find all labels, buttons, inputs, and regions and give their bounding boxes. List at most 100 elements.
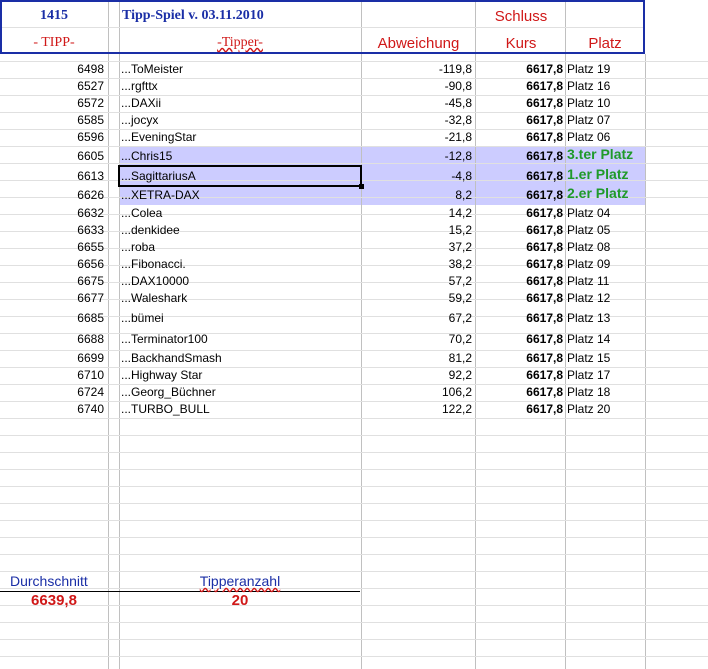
tipp-value[interactable]: 6632 xyxy=(0,205,104,222)
kurs-value[interactable]: 6617,8 xyxy=(476,256,563,273)
tipper-name[interactable]: ...DAX10000 xyxy=(121,273,189,290)
platz-value[interactable]: Platz 09 xyxy=(567,256,610,273)
cell-b2-tipper-header[interactable]: -Tipper- xyxy=(120,35,360,51)
platz-value[interactable]: 1.er Platz xyxy=(567,166,628,183)
platz-value[interactable]: Platz 18 xyxy=(567,384,610,401)
tipp-value[interactable]: 6655 xyxy=(0,239,104,256)
tipp-value[interactable]: 6710 xyxy=(0,367,104,384)
platz-value[interactable]: Platz 11 xyxy=(567,273,609,290)
platz-value[interactable]: 2.er Platz xyxy=(567,185,628,202)
tipp-value[interactable]: 6626 xyxy=(0,187,104,204)
tipp-value[interactable]: 6498 xyxy=(0,61,104,78)
abweichung-value[interactable]: 70,2 xyxy=(362,331,472,348)
abweichung-value[interactable]: 67,2 xyxy=(362,310,472,327)
cell-d2-kurs-header[interactable]: Kurs xyxy=(476,35,566,52)
tipp-value[interactable]: 6596 xyxy=(0,129,104,146)
abweichung-value[interactable]: 106,2 xyxy=(362,384,472,401)
abweichung-value[interactable]: -21,8 xyxy=(362,129,472,146)
tipp-value[interactable]: 6699 xyxy=(0,350,104,367)
tipper-name[interactable]: ...rgfttx xyxy=(121,78,158,95)
kurs-value[interactable]: 6617,8 xyxy=(476,148,563,165)
average-value[interactable]: 6639,8 xyxy=(0,592,108,609)
cell-c2-abweichung-header[interactable]: Abweichung xyxy=(362,35,475,52)
tipp-value[interactable]: 6685 xyxy=(0,310,104,327)
tipp-value[interactable]: 6724 xyxy=(0,384,104,401)
platz-value[interactable]: Platz 04 xyxy=(567,205,610,222)
abweichung-value[interactable]: -90,8 xyxy=(362,78,472,95)
platz-value[interactable]: Platz 16 xyxy=(567,78,610,95)
platz-value[interactable]: Platz 07 xyxy=(567,112,610,129)
tipper-name[interactable]: ...ToMeister xyxy=(121,61,183,78)
tipper-name[interactable]: ...DAXii xyxy=(121,95,161,112)
kurs-value[interactable]: 6617,8 xyxy=(476,401,563,418)
tipper-name[interactable]: ...BackhandSmash xyxy=(121,350,222,367)
platz-value[interactable]: 3.ter Platz xyxy=(567,146,633,163)
tipp-value[interactable]: 6613 xyxy=(0,168,104,185)
abweichung-value[interactable]: 122,2 xyxy=(362,401,472,418)
cell-d1-schluss[interactable]: Schluss xyxy=(476,8,566,25)
tipper-name[interactable]: ...Terminator100 xyxy=(121,331,208,348)
tipper-name[interactable]: ...roba xyxy=(121,239,155,256)
tipper-name[interactable]: ...Highway Star xyxy=(121,367,202,384)
tipp-value[interactable]: 6675 xyxy=(0,273,104,290)
abweichung-value[interactable]: -12,8 xyxy=(362,148,472,165)
kurs-value[interactable]: 6617,8 xyxy=(476,205,563,222)
abweichung-value[interactable]: 38,2 xyxy=(362,256,472,273)
abweichung-value[interactable]: 15,2 xyxy=(362,222,472,239)
kurs-value[interactable]: 6617,8 xyxy=(476,273,563,290)
tipp-value[interactable]: 6656 xyxy=(0,256,104,273)
platz-value[interactable]: Platz 06 xyxy=(567,129,610,146)
platz-value[interactable]: Platz 19 xyxy=(567,61,610,78)
tipper-name[interactable]: ...Chris15 xyxy=(121,148,172,165)
tipper-count-value[interactable]: 20 xyxy=(120,592,360,609)
abweichung-value[interactable]: -4,8 xyxy=(362,168,472,185)
kurs-value[interactable]: 6617,8 xyxy=(476,61,563,78)
tipper-name[interactable]: ...Colea xyxy=(121,205,162,222)
tipp-value[interactable]: 6605 xyxy=(0,148,104,165)
tipper-name[interactable]: ...Waleshark xyxy=(121,290,187,307)
tipp-value[interactable]: 6527 xyxy=(0,78,104,95)
abweichung-value[interactable]: -45,8 xyxy=(362,95,472,112)
tipper-name[interactable]: ...XETRA-DAX xyxy=(121,187,200,204)
tipp-value[interactable]: 6572 xyxy=(0,95,104,112)
abweichung-value[interactable]: 92,2 xyxy=(362,367,472,384)
kurs-value[interactable]: 6617,8 xyxy=(476,290,563,307)
abweichung-value[interactable]: 81,2 xyxy=(362,350,472,367)
tipper-name[interactable]: ...bümei xyxy=(121,310,164,327)
kurs-value[interactable]: 6617,8 xyxy=(476,187,563,204)
tipp-value[interactable]: 6740 xyxy=(0,401,104,418)
abweichung-value[interactable]: 59,2 xyxy=(362,290,472,307)
abweichung-value[interactable]: -119,8 xyxy=(362,61,472,78)
platz-value[interactable]: Platz 10 xyxy=(567,95,610,112)
kurs-value[interactable]: 6617,8 xyxy=(476,95,563,112)
cell-e2-platz-header[interactable]: Platz xyxy=(566,35,644,52)
tipper-count-label[interactable]: Tipperanzahl xyxy=(120,573,360,590)
average-label[interactable]: Durchschnitt xyxy=(10,573,88,590)
tipp-value[interactable]: 6633 xyxy=(0,222,104,239)
cell-a1-round-number[interactable]: 1415 xyxy=(0,8,108,24)
tipp-value[interactable]: 6585 xyxy=(0,112,104,129)
cell-b1-game-title[interactable]: Tipp-Spiel v. 03.11.2010 xyxy=(122,8,264,24)
tipper-name[interactable]: ...denkidee xyxy=(121,222,180,239)
tipp-value[interactable]: 6677 xyxy=(0,290,104,307)
platz-value[interactable]: Platz 08 xyxy=(567,239,610,256)
platz-value[interactable]: Platz 17 xyxy=(567,367,610,384)
kurs-value[interactable]: 6617,8 xyxy=(476,78,563,95)
kurs-value[interactable]: 6617,8 xyxy=(476,168,563,185)
kurs-value[interactable]: 6617,8 xyxy=(476,331,563,348)
abweichung-value[interactable]: 14,2 xyxy=(362,205,472,222)
platz-value[interactable]: Platz 12 xyxy=(567,290,610,307)
abweichung-value[interactable]: -32,8 xyxy=(362,112,472,129)
tipper-name[interactable]: ...TURBO_BULL xyxy=(121,401,210,418)
platz-value[interactable]: Platz 05 xyxy=(567,222,610,239)
selected-cell-b10[interactable] xyxy=(118,165,362,187)
tipper-name[interactable]: ...Fibonacci. xyxy=(121,256,186,273)
abweichung-value[interactable]: 37,2 xyxy=(362,239,472,256)
kurs-value[interactable]: 6617,8 xyxy=(476,384,563,401)
kurs-value[interactable]: 6617,8 xyxy=(476,129,563,146)
fill-handle[interactable] xyxy=(359,184,364,189)
tipper-name[interactable]: ...jocyx xyxy=(121,112,158,129)
cell-a2-tipp-header[interactable]: - TIPP- xyxy=(0,35,108,51)
kurs-value[interactable]: 6617,8 xyxy=(476,222,563,239)
platz-value[interactable]: Platz 20 xyxy=(567,401,610,418)
